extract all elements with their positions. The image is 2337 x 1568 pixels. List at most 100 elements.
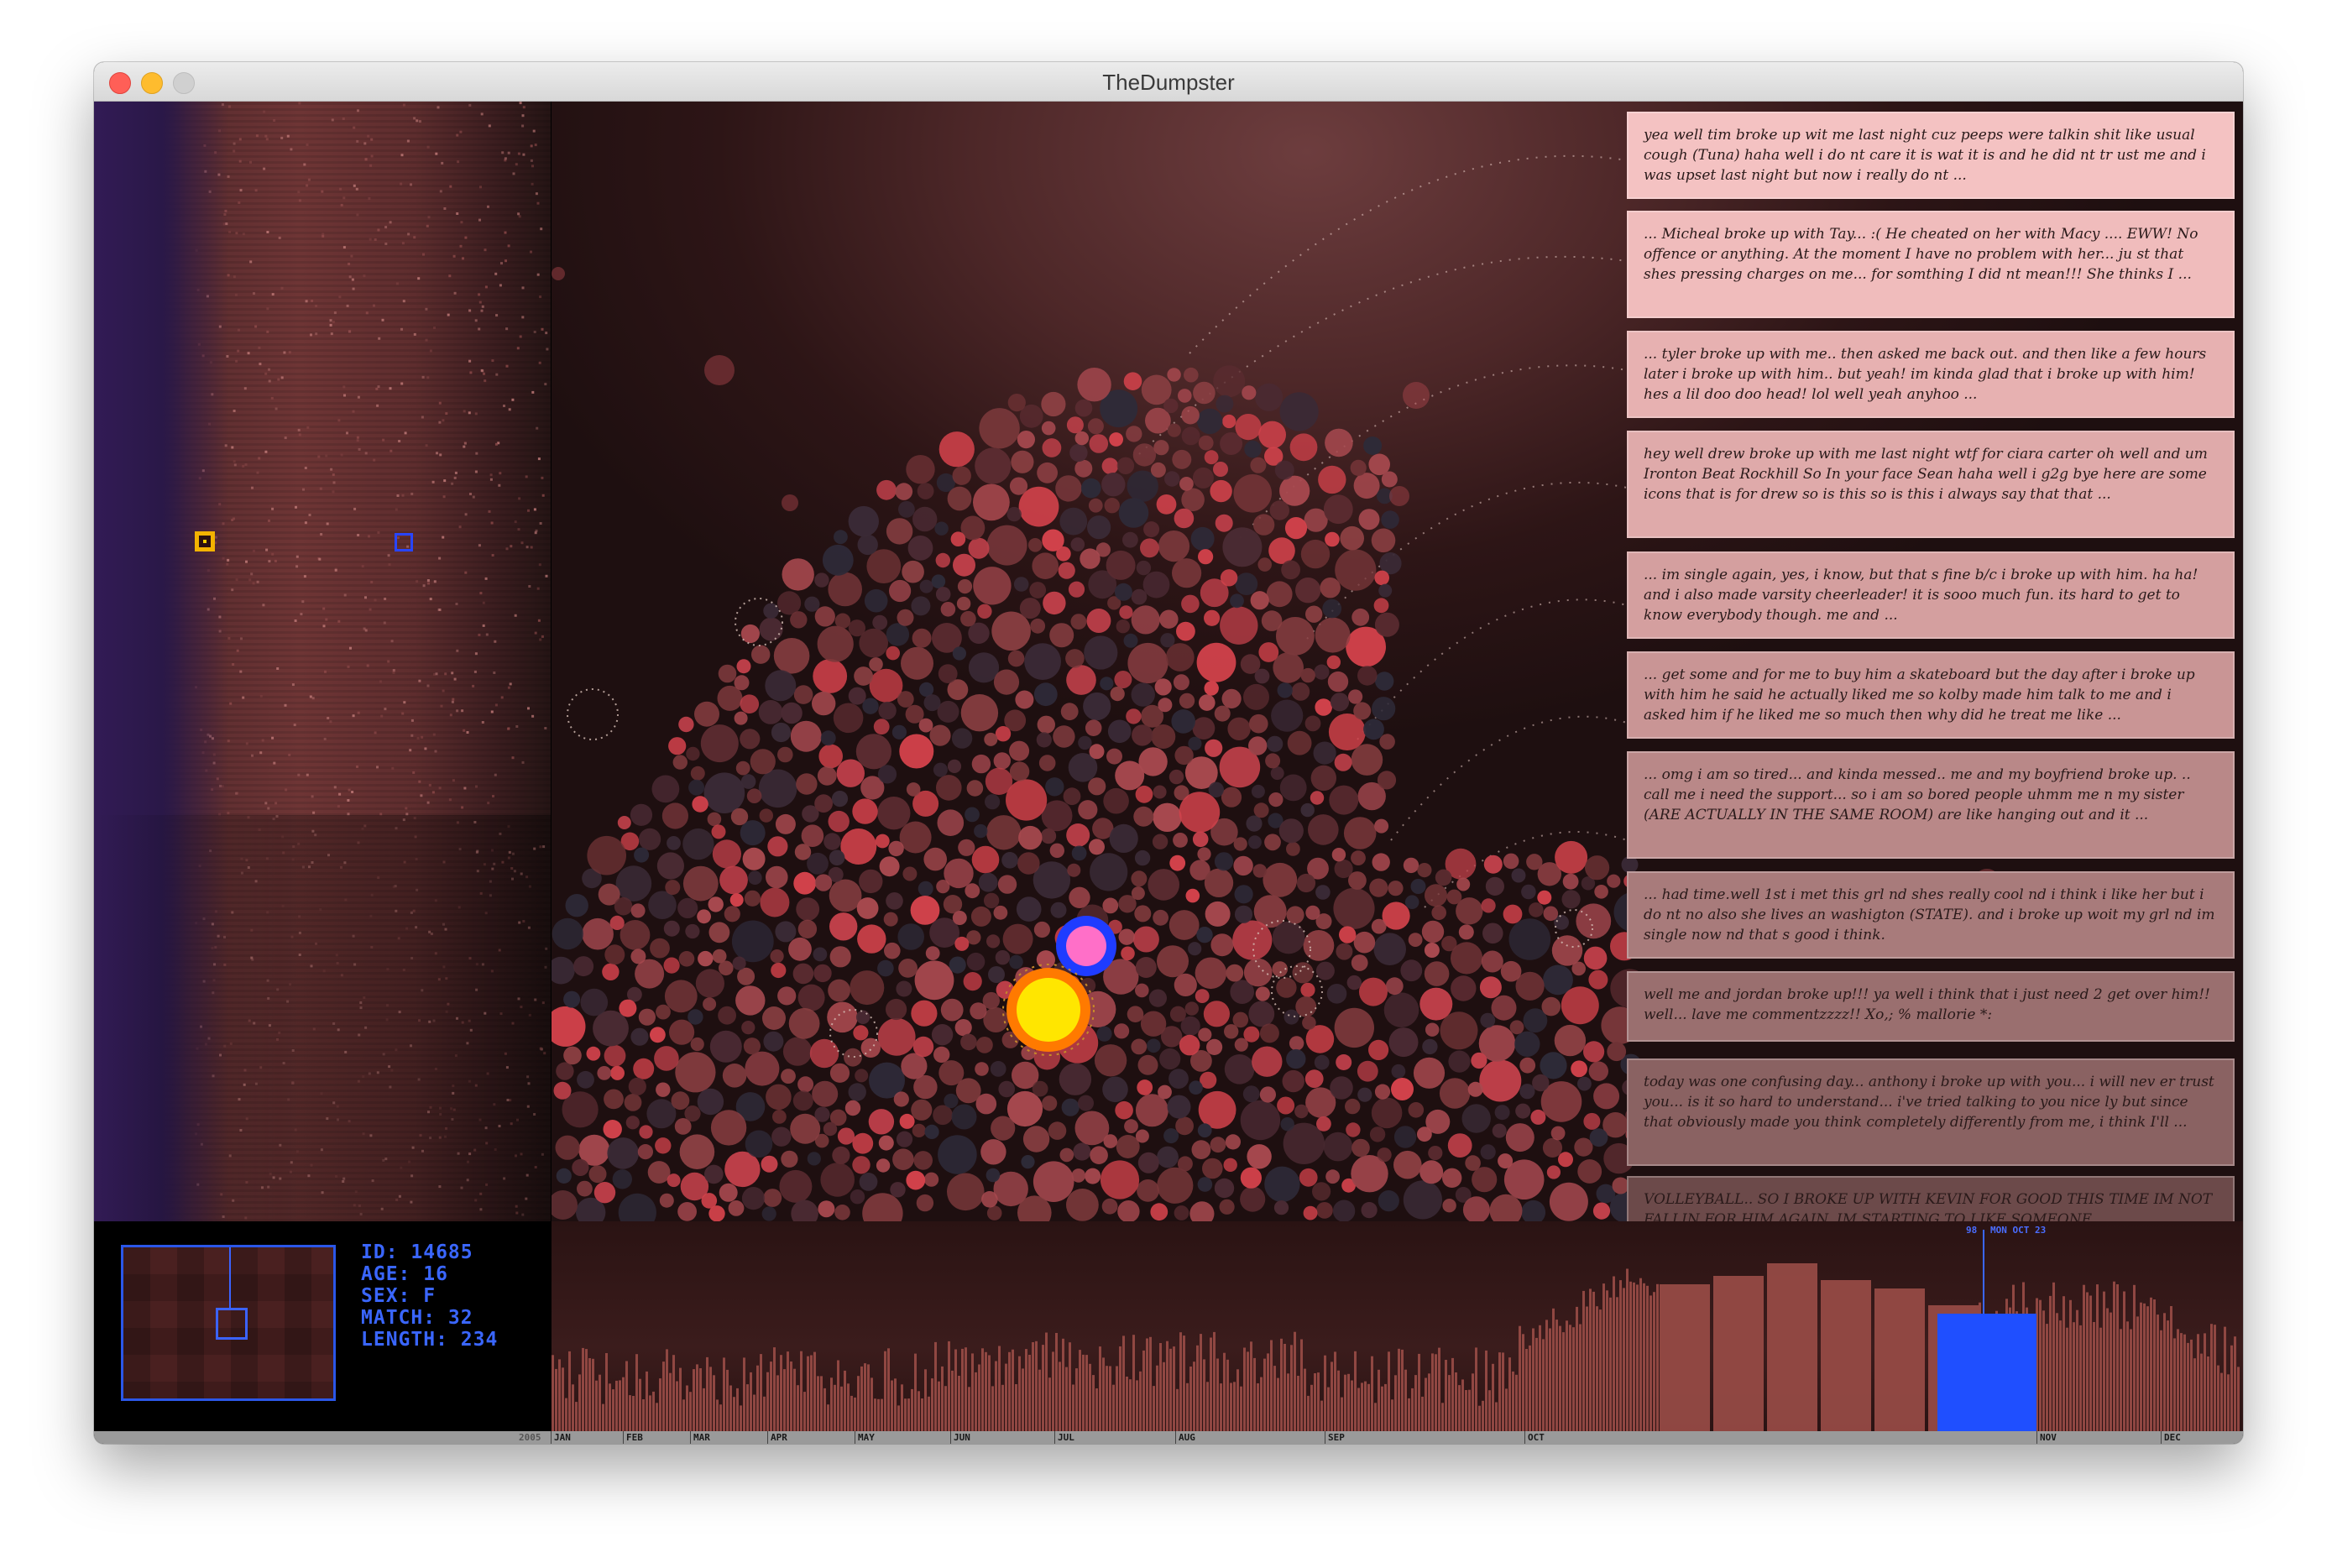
user-bubble[interactable] [912,1123,926,1137]
user-bubble[interactable] [1339,926,1357,943]
user-bubble[interactable] [1084,635,1118,670]
user-bubble[interactable] [1103,1134,1118,1148]
user-bubble[interactable] [940,998,964,1022]
timeline-bar[interactable] [666,1349,668,1431]
user-bubble[interactable] [744,890,761,907]
user-bubble[interactable] [910,896,940,925]
timeline-bar[interactable] [800,1351,803,1431]
user-bubble[interactable] [1323,494,1353,525]
user-bubble[interactable] [938,664,958,683]
user-bubble[interactable] [828,810,850,833]
timeline-bar[interactable] [938,1381,940,1431]
user-bubble[interactable] [1163,398,1179,414]
user-bubble[interactable] [1607,1042,1627,1062]
user-bubble[interactable] [765,670,797,702]
timeline-bar[interactable] [985,1351,987,1431]
user-bubble[interactable] [918,718,933,733]
timeline-bar[interactable] [1384,1383,1387,1431]
timeline-bar[interactable] [1821,1280,1871,1431]
timeline-bar[interactable] [834,1384,836,1431]
user-bubble[interactable] [1124,1119,1138,1134]
user-bubble[interactable] [1247,1144,1272,1169]
timeline-histogram[interactable]: 98 MON OCT 23 [552,1221,2243,1431]
user-bubble[interactable] [828,572,862,607]
user-bubble[interactable] [1588,970,1608,990]
user-bubble[interactable] [796,773,818,795]
timeline-bar[interactable] [1767,1263,1817,1431]
user-bubble[interactable] [556,1168,572,1184]
user-bubble[interactable] [1404,895,1419,909]
user-bubble[interactable] [1011,450,1034,473]
user-bubble[interactable] [1088,498,1103,513]
timeline-bar[interactable] [1038,1369,1041,1431]
user-bubble[interactable] [771,962,787,979]
timeline-bar[interactable] [2220,1372,2223,1431]
user-bubble[interactable] [742,847,766,870]
user-bubble[interactable] [634,847,650,863]
user-bubble[interactable] [656,1082,671,1097]
user-bubble[interactable] [1015,690,1034,709]
timeline-bar[interactable] [753,1394,755,1432]
user-bubble[interactable] [1030,618,1046,634]
user-bubble[interactable] [965,807,980,823]
user-bubble[interactable] [1505,1123,1534,1152]
timeline-bar[interactable] [1428,1373,1430,1431]
user-bubble[interactable] [1101,457,1119,474]
user-bubble[interactable] [1123,633,1138,648]
user-bubble[interactable] [817,766,837,786]
timeline-bar[interactable] [1488,1390,1491,1431]
user-bubble[interactable] [1377,1147,1392,1163]
user-bubble[interactable] [1198,1027,1212,1042]
user-bubble[interactable] [1131,1038,1148,1055]
timeline-bar[interactable] [1055,1333,1058,1431]
user-bubble[interactable] [1252,864,1267,878]
user-bubble[interactable] [1132,724,1153,746]
user-bubble[interactable] [859,869,883,894]
user-bubble[interactable] [952,911,967,925]
timeline-bar[interactable] [2086,1292,2089,1432]
user-bubble[interactable] [986,1205,1002,1220]
user-bubble[interactable] [976,1037,993,1053]
timeline-bar[interactable] [837,1360,839,1432]
user-bubble[interactable] [834,530,848,545]
timeline-bar[interactable] [914,1353,917,1431]
user-bubble[interactable] [844,1048,862,1067]
user-bubble[interactable] [1422,1038,1438,1055]
timeline-bar[interactable] [1082,1354,1085,1431]
user-bubble[interactable] [1482,923,1503,944]
timeline-bar[interactable] [642,1399,645,1431]
timeline-bar[interactable] [995,1361,997,1432]
user-bubble[interactable] [647,1161,671,1184]
user-bubble[interactable] [1037,715,1055,734]
timeline-bar[interactable] [1183,1335,1185,1431]
user-bubble[interactable] [758,700,783,724]
user-bubble[interactable] [1247,835,1262,849]
user-bubble[interactable] [823,1121,838,1137]
timeline-bar[interactable] [1562,1332,1565,1431]
user-bubble[interactable] [993,752,1011,770]
user-bubble[interactable] [1312,1182,1331,1201]
user-bubble[interactable] [1040,828,1057,844]
user-bubble[interactable] [1550,1126,1566,1141]
user-bubble[interactable] [1255,986,1270,1001]
timeline-bar[interactable] [1277,1377,1279,1431]
user-bubble[interactable] [850,1189,865,1205]
user-bubble[interactable] [618,1193,656,1221]
timeline-bar[interactable] [830,1377,833,1431]
timeline-bar[interactable] [709,1367,712,1431]
user-bubble[interactable] [1419,987,1453,1021]
user-bubble[interactable] [968,537,990,559]
user-bubble[interactable] [1126,426,1142,442]
user-bubble[interactable] [1235,414,1262,441]
user-bubble[interactable] [775,921,797,943]
timeline-bar[interactable] [1230,1382,1232,1432]
user-bubble[interactable] [1243,958,1273,987]
user-bubble[interactable] [933,762,948,777]
timeline-bar[interactable] [823,1388,826,1431]
user-bubble[interactable] [814,874,833,891]
user-bubble[interactable] [974,823,988,839]
timeline-bar[interactable] [689,1392,692,1431]
timeline-bar[interactable] [625,1361,628,1432]
user-bubble[interactable] [703,772,745,813]
timeline-bar[interactable] [991,1386,994,1431]
